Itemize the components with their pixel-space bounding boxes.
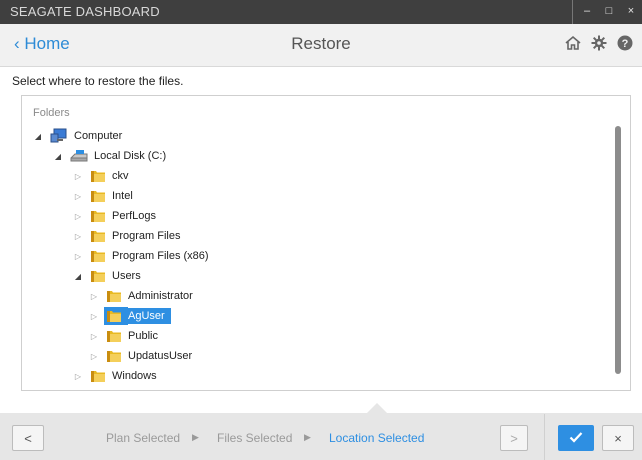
tree-node-users[interactable]: ◢ Users — [72, 266, 141, 286]
wizard-next-button[interactable]: > — [500, 425, 528, 451]
step-location-selected: Location Selected — [329, 431, 425, 445]
page-title: Restore — [291, 34, 351, 53]
collapsed-arrow-icon[interactable]: ▷ — [88, 312, 100, 321]
tree-node-program-files[interactable]: ▷ Program Files — [72, 226, 180, 246]
wizard-footer — [0, 413, 642, 460]
footer-notch — [367, 403, 387, 413]
minimize-button[interactable]: – — [576, 0, 598, 24]
tree-node-label: Program Files — [112, 230, 181, 242]
expanded-arrow-icon[interactable]: ◢ — [52, 152, 64, 161]
expanded-arrow-icon[interactable]: ◢ — [72, 272, 84, 281]
folder-icon — [90, 209, 106, 223]
collapsed-arrow-icon[interactable]: ▷ — [72, 192, 84, 201]
titlebar-separator — [572, 0, 573, 24]
tree-node-label: Public — [128, 330, 158, 342]
wizard-back-button[interactable]: < — [12, 425, 44, 451]
tree-node-intel[interactable]: ▷ Intel — [72, 186, 133, 206]
folders-section-label: Folders — [33, 107, 70, 119]
folder-icon — [106, 289, 122, 303]
cancel-button[interactable]: × — [602, 425, 634, 451]
help-icon[interactable]: ? — [616, 34, 634, 52]
tree-node-local-disk[interactable]: ◢ Local Disk (C:) — [52, 146, 166, 166]
nav-bar: ‹ Home Restore ? — [0, 24, 642, 67]
drive-icon — [70, 149, 88, 163]
confirm-button[interactable] — [558, 425, 594, 451]
computer-icon — [50, 128, 68, 144]
tree-node-ckv[interactable]: ▷ ckv — [72, 166, 129, 186]
tree-node-administrator[interactable]: ▷ Administrator — [88, 286, 193, 306]
collapsed-arrow-icon[interactable]: ▷ — [72, 212, 84, 221]
gear-icon[interactable] — [590, 34, 608, 52]
svg-text:?: ? — [622, 38, 629, 50]
home-icon[interactable] — [564, 34, 582, 52]
tree-node-aguser[interactable]: ▷ AgUser — [88, 306, 171, 326]
home-back-link[interactable]: ‹ Home — [14, 34, 70, 54]
folder-icon — [90, 229, 106, 243]
folder-icon — [106, 329, 122, 343]
tree-node-perflogs[interactable]: ▷ PerfLogs — [72, 206, 156, 226]
tree-node-label: Users — [112, 270, 141, 282]
tree-node-label: AgUser — [126, 308, 171, 324]
window-title: SEAGATE DASHBOARD — [10, 4, 160, 19]
tree-node-label: Local Disk (C:) — [94, 150, 167, 162]
tree-node-program-files-x86[interactable]: ▷ Program Files (x86) — [72, 246, 209, 266]
folder-icon — [106, 349, 122, 363]
tree-node-label: Administrator — [128, 290, 193, 302]
collapsed-arrow-icon[interactable]: ▷ — [72, 232, 84, 241]
folder-tree-panel: Folders ◢ Computer ◢ Local Disk (C:) ▷ c… — [21, 95, 631, 391]
collapsed-arrow-icon[interactable]: ▷ — [88, 292, 100, 301]
tree-node-label: Computer — [74, 130, 123, 142]
tree-node-label: ckv — [112, 170, 129, 182]
folder-icon — [90, 189, 106, 203]
collapsed-arrow-icon[interactable]: ▷ — [72, 372, 84, 381]
footer-separator — [544, 414, 545, 460]
folder-icon — [90, 369, 106, 383]
tree-node-computer[interactable]: ◢ Computer — [32, 126, 122, 146]
step-plan-selected: Plan Selected — [106, 431, 181, 445]
expanded-arrow-icon[interactable]: ◢ — [32, 132, 44, 141]
folder-icon — [90, 249, 106, 263]
tree-node-label: Program Files (x86) — [112, 250, 209, 262]
tree-node-label: PerfLogs — [112, 210, 157, 222]
tree-node-public[interactable]: ▷ Public — [88, 326, 158, 346]
instruction-text: Select where to restore the files. — [12, 74, 184, 88]
folder-icon — [90, 169, 106, 183]
tree-scrollbar[interactable] — [615, 126, 621, 374]
folder-icon — [90, 269, 106, 283]
tree-node-label: UpdatusUser — [128, 350, 193, 362]
tree-node-label: Windows — [112, 370, 157, 382]
tree-node-label: Intel — [112, 190, 133, 202]
step-arrow-icon: ▶ — [192, 432, 199, 442]
maximize-button[interactable]: □ — [598, 0, 620, 24]
folder-icon — [104, 307, 128, 325]
collapsed-arrow-icon[interactable]: ▷ — [88, 332, 100, 341]
step-files-selected: Files Selected — [217, 431, 293, 445]
collapsed-arrow-icon[interactable]: ▷ — [88, 352, 100, 361]
collapsed-arrow-icon[interactable]: ▷ — [72, 252, 84, 261]
step-arrow-icon: ▶ — [304, 432, 311, 442]
tree-node-windows[interactable]: ▷ Windows — [72, 366, 157, 386]
close-button[interactable]: × — [620, 0, 642, 24]
checkmark-icon — [569, 431, 583, 446]
collapsed-arrow-icon[interactable]: ▷ — [72, 172, 84, 181]
window-titlebar: SEAGATE DASHBOARD – □ × — [0, 0, 642, 24]
tree-node-updatususer[interactable]: ▷ UpdatusUser — [88, 346, 192, 366]
